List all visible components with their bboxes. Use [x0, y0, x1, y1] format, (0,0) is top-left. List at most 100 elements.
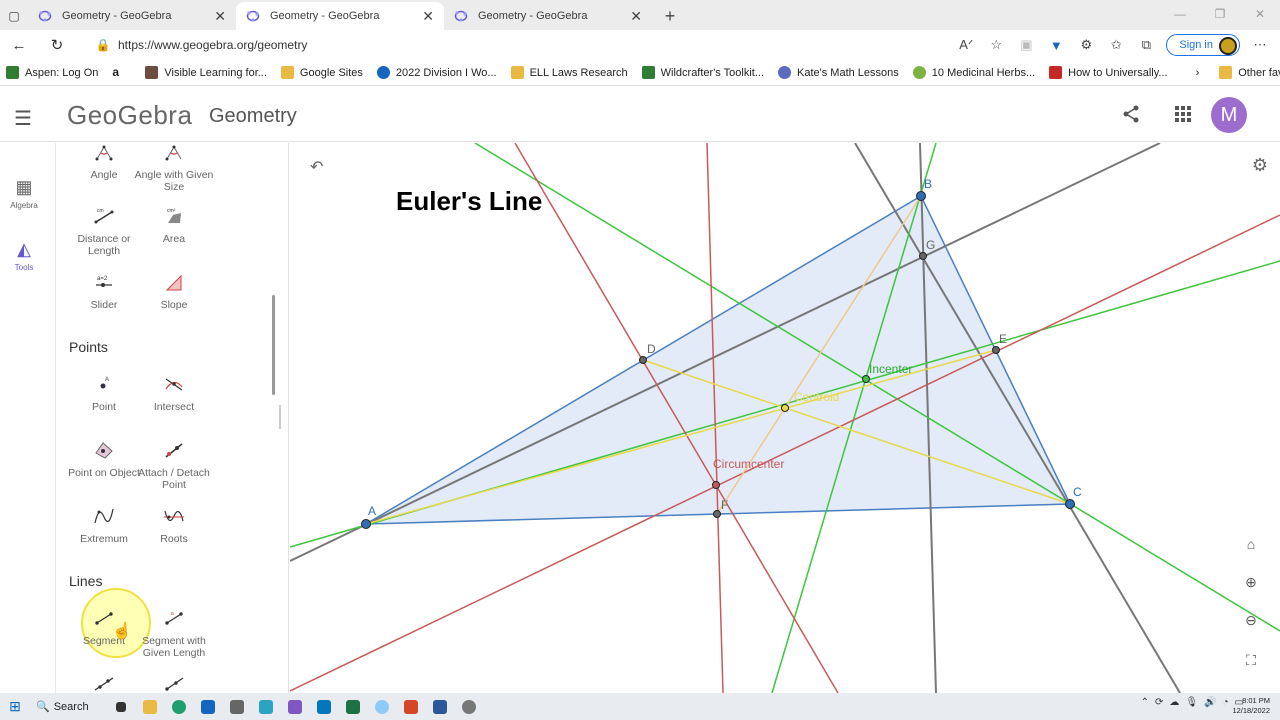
scrollbar-thumb[interactable]	[272, 295, 275, 395]
read-aloud-icon[interactable]: Aᐟ	[956, 35, 976, 55]
apps-icon[interactable]	[280, 697, 309, 717]
window-icon[interactable]	[309, 697, 338, 717]
excel-icon[interactable]	[338, 697, 367, 717]
zoom-in-icon[interactable]: ⊕	[1236, 567, 1266, 597]
bookmark-item[interactable]: ELL Laws Research	[510, 66, 628, 79]
tool-distance-length[interactable]: cm Distance or Length	[64, 207, 144, 257]
close-icon[interactable]: ✕	[630, 8, 642, 25]
home-icon[interactable]: ⌂	[1236, 529, 1266, 559]
extension-k-icon[interactable]: ▣	[1016, 35, 1036, 55]
geogebra-logo[interactable]: GeoGebra	[67, 100, 192, 131]
bookmark-item[interactable]: 2022 Division I Wo...	[376, 66, 497, 79]
point-b[interactable]	[916, 191, 926, 201]
tool-point-on-object[interactable]: Point on Object	[64, 441, 144, 479]
tool-segment-given-length[interactable]: a Segment with Given Length	[134, 609, 214, 659]
tool-intersect[interactable]: Intersect	[134, 375, 214, 413]
back-arrow-icon[interactable]: ←	[0, 37, 38, 54]
tool-slope[interactable]: Slope	[134, 273, 214, 311]
file-explorer-icon[interactable]	[135, 697, 164, 717]
bookmark-item[interactable]: Wildcrafter's Toolkit...	[641, 66, 764, 79]
share-icon[interactable]	[1122, 105, 1140, 128]
point-d[interactable]	[639, 356, 647, 364]
window-close-icon[interactable]: ✕	[1240, 0, 1280, 28]
task-view-icon[interactable]	[106, 697, 135, 717]
apps-grid-icon[interactable]	[1174, 105, 1192, 128]
remote-icon[interactable]	[193, 697, 222, 717]
graphics-view[interactable]: A B C D E F G Incenter Centroid Circumce…	[290, 143, 1280, 693]
bookmark-item[interactable]: Visible Learning for...	[145, 66, 267, 79]
tool-extremum[interactable]: Extremum	[64, 507, 144, 545]
extension-v-icon[interactable]: ▼	[1046, 35, 1066, 55]
point-f[interactable]	[713, 510, 721, 518]
settings-gear-icon[interactable]: ⚙	[1252, 155, 1268, 176]
notes-icon[interactable]	[251, 697, 280, 717]
point-circumcenter[interactable]	[712, 481, 720, 489]
other-favorites[interactable]: Other favorites	[1219, 66, 1280, 79]
cloud-icon[interactable]: ☁	[1169, 697, 1179, 708]
add-favorite-icon[interactable]: ☆	[986, 35, 1006, 55]
tab-actions-icon[interactable]: ▢	[0, 2, 28, 30]
tray-chevron-icon[interactable]: ⌃	[1141, 697, 1149, 708]
undo-icon[interactable]: ↶	[310, 157, 323, 177]
minimize-icon[interactable]: —	[1160, 0, 1200, 28]
bookmark-item[interactable]: a	[112, 66, 131, 79]
tool-segment[interactable]: Segment	[64, 609, 144, 647]
point-e[interactable]	[992, 346, 1000, 354]
new-tab-icon[interactable]: +	[652, 2, 688, 30]
more-options-icon[interactable]: ⋯	[1250, 35, 1270, 55]
tool-angle-given-size[interactable]: Angle with Given Size	[134, 143, 214, 193]
taskbar-clock[interactable]: 8:01 PM 12/18/2022	[1232, 696, 1270, 716]
point-centroid[interactable]	[781, 404, 789, 412]
tool-angle[interactable]: Angle	[64, 143, 144, 181]
tool-ray[interactable]	[134, 675, 214, 693]
windows-start-icon[interactable]: ⊞	[0, 698, 30, 715]
collections-icon[interactable]: ⧉	[1136, 35, 1156, 55]
edge-icon[interactable]	[164, 697, 193, 717]
bookmark-item[interactable]: Aspen: Log On	[6, 66, 98, 79]
bookmark-item[interactable]: Google Sites	[280, 66, 363, 79]
taskbar-search[interactable]: 🔍 Search	[36, 700, 106, 714]
fullscreen-icon[interactable]: ⛶	[1236, 645, 1266, 675]
sync-icon[interactable]: ⟳	[1155, 697, 1163, 708]
settings-icon[interactable]	[454, 697, 483, 717]
bookmark-item[interactable]: 10 Medicinal Herbs...	[912, 66, 1035, 79]
camera-icon[interactable]	[222, 697, 251, 717]
tool-area[interactable]: cm² Area	[134, 207, 214, 245]
point-c[interactable]	[1065, 499, 1075, 509]
point-a[interactable]	[361, 519, 371, 529]
close-icon[interactable]: ✕	[214, 8, 226, 25]
favorites-icon[interactable]: ✩	[1106, 35, 1126, 55]
bisector-line[interactable]	[474, 143, 1280, 632]
hamburger-menu-icon[interactable]: ☰	[14, 106, 32, 131]
url-field[interactable]: 🔒 https://www.geogebra.org/geometry	[88, 32, 956, 58]
tool-roots[interactable]: Roots	[134, 507, 214, 545]
rail-item-algebra[interactable]: ▦ Algebra	[0, 177, 48, 210]
close-icon[interactable]: ✕	[422, 8, 434, 25]
extensions-icon[interactable]: ⚙	[1076, 35, 1096, 55]
maximize-icon[interactable]: ❐	[1200, 0, 1240, 28]
bookmarks-overflow-icon[interactable]: ›	[1196, 67, 1200, 79]
powerpoint-icon[interactable]	[396, 697, 425, 717]
point-incenter[interactable]	[862, 375, 870, 383]
tool-point[interactable]: A Point	[64, 375, 144, 413]
browser-tab[interactable]: Geometry - GeoGebra ✕	[444, 2, 652, 30]
word-icon[interactable]	[425, 697, 454, 717]
canvas-title-text[interactable]: Euler's Line	[396, 186, 542, 217]
volume-icon[interactable]: 🔊	[1204, 697, 1216, 708]
bookmark-item[interactable]: Kate's Math Lessons	[778, 66, 899, 79]
construction-svg[interactable]: A B C D E F G Incenter Centroid Circumce…	[290, 143, 1280, 693]
tool-slider[interactable]: a=2 Slider	[64, 273, 144, 311]
rail-item-tools[interactable]: ◭ Tools	[0, 239, 48, 272]
microphone-icon[interactable]: 🎙	[1185, 697, 1198, 708]
media-icon[interactable]	[367, 697, 396, 717]
refresh-icon[interactable]: ↻	[38, 36, 76, 54]
bookmark-item[interactable]: How to Universally...	[1049, 66, 1168, 79]
tool-attach-detach[interactable]: Attach / Detach Point	[134, 441, 214, 491]
sign-in-button[interactable]: Sign in	[1166, 34, 1240, 56]
wifi-icon[interactable]: ◔	[1223, 697, 1229, 708]
point-g[interactable]	[919, 252, 927, 260]
zoom-out-icon[interactable]: ⊖	[1236, 605, 1266, 635]
browser-tab-active[interactable]: Geometry - GeoGebra ✕	[236, 2, 444, 30]
browser-tab[interactable]: Geometry - GeoGebra ✕	[28, 2, 236, 30]
tool-line[interactable]	[64, 675, 144, 693]
